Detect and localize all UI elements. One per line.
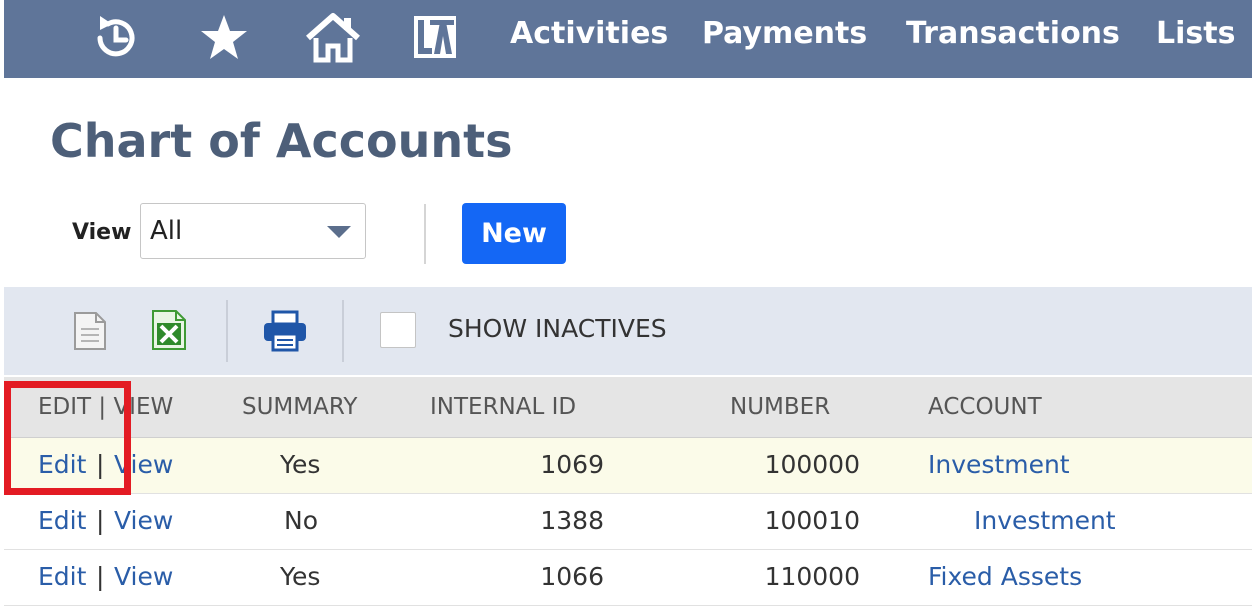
number-cell: 100010 (764, 506, 860, 535)
internal-id-cell: 1069 (540, 450, 604, 479)
edit-link[interactable]: Edit (38, 506, 86, 535)
home-icon[interactable] (304, 12, 362, 68)
account-link[interactable]: Fixed Assets (928, 562, 1082, 591)
number-cell: 110000 (764, 562, 860, 591)
app-logo-icon[interactable] (412, 14, 458, 64)
show-inactives-label[interactable]: SHOW INACTIVES (448, 314, 667, 343)
nav-activities[interactable]: Activities (510, 16, 668, 52)
summary-cell: Yes (280, 562, 321, 591)
summary-cell: No (284, 506, 318, 535)
divider (424, 204, 426, 264)
star-icon[interactable] (198, 12, 250, 68)
view-link[interactable]: View (114, 506, 173, 535)
nav-lists[interactable]: Lists (1156, 16, 1235, 52)
nav-payments[interactable]: Payments (702, 16, 867, 52)
divider (342, 300, 344, 362)
excel-export-icon[interactable] (150, 309, 188, 355)
table-row: Edit | View Yes 1069 100000 Investment (4, 438, 1252, 494)
account-link[interactable]: Investment (974, 506, 1116, 535)
edit-link[interactable]: Edit (38, 562, 86, 591)
annotation-highlight-box (4, 381, 131, 495)
page-title: Chart of Accounts (50, 114, 513, 168)
chevron-down-icon (327, 226, 351, 238)
internal-id-cell: 1066 (540, 562, 604, 591)
view-label: View (72, 220, 132, 245)
nav-transactions[interactable]: Transactions (906, 16, 1120, 52)
column-header-number[interactable]: NUMBER (730, 394, 830, 420)
link-separator: | (96, 506, 105, 535)
view-select-value: All (150, 216, 183, 246)
column-header-account[interactable]: ACCOUNT (928, 394, 1042, 420)
view-select[interactable]: All (140, 203, 366, 259)
document-icon[interactable] (72, 311, 108, 355)
table-row: Edit | View Yes 1066 110000 Fixed Assets (4, 550, 1252, 606)
summary-cell: Yes (280, 450, 321, 479)
divider (226, 300, 228, 362)
link-separator: | (96, 562, 105, 591)
table-header: EDIT | VIEW SUMMARY INTERNAL ID NUMBER A… (4, 377, 1252, 438)
column-header-summary[interactable]: SUMMARY (242, 394, 357, 420)
recent-history-icon[interactable] (90, 12, 142, 68)
new-button[interactable]: New (462, 203, 566, 264)
show-inactives-checkbox[interactable] (380, 312, 416, 348)
number-cell: 100000 (764, 450, 860, 479)
internal-id-cell: 1388 (540, 506, 604, 535)
top-nav-bar: Activities Payments Transactions Lists (4, 0, 1252, 78)
view-link[interactable]: View (114, 562, 173, 591)
table-row: Edit | View No 1388 100010 Investment (4, 494, 1252, 550)
account-link[interactable]: Investment (928, 450, 1070, 479)
column-header-internal-id[interactable]: INTERNAL ID (430, 394, 576, 420)
print-icon[interactable] (262, 310, 308, 356)
